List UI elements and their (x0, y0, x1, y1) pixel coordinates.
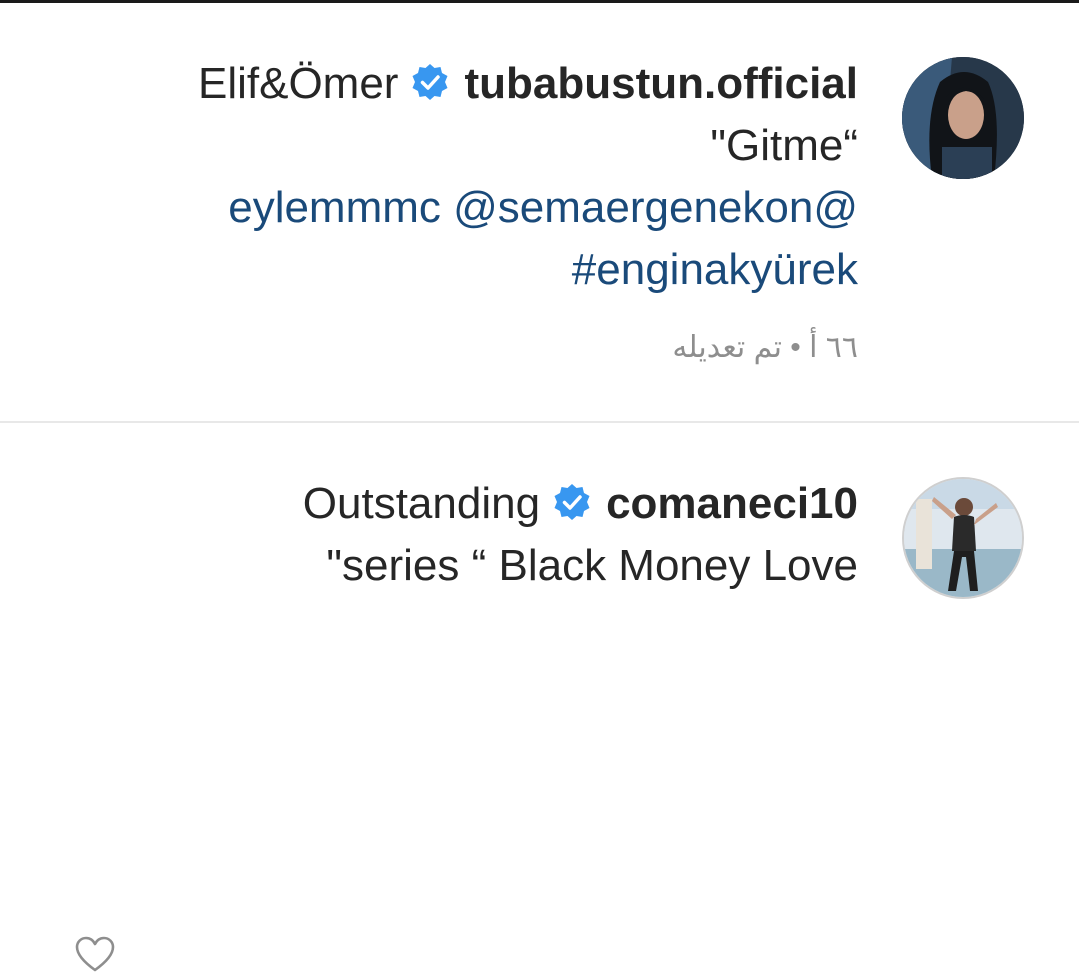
comment-username[interactable]: comaneci10 (606, 479, 858, 528)
comment-text-start: Outstanding (302, 479, 541, 528)
comment-username[interactable]: tubabustun.official (464, 59, 858, 108)
hashtag-link[interactable]: #enginakyürek (98, 239, 858, 301)
profile-photo (902, 57, 1024, 179)
comment-body: Elif&Ömer tubabustun.official "Gitme“ eyl… (98, 53, 858, 301)
profile-photo (904, 479, 1022, 597)
comment-text-start: Elif&Ömer (197, 59, 399, 108)
comment-header-line: Elif&Ömer tubabustun.official (98, 53, 858, 115)
comment-body: Outstanding comaneci10 "series “ Black Mo… (98, 473, 858, 597)
comment-meta: ٦٦ أ • تم تعديله (672, 331, 858, 364)
heart-outline-icon[interactable] (75, 936, 115, 974)
avatar[interactable] (902, 477, 1024, 599)
verified-badge-icon (554, 484, 590, 520)
mention-link[interactable]: eylemmmc @semaergenekon@ (98, 177, 858, 239)
comment-line: "series “ Black Money Love (326, 541, 858, 590)
comment-header-line: Outstanding comaneci10 (98, 473, 858, 535)
avatar[interactable] (902, 57, 1024, 179)
comment-line: "Gitme“ (710, 121, 858, 170)
comment-item: Elif&Ömer tubabustun.official "Gitme“ eyl… (0, 0, 1079, 420)
verified-badge-icon (412, 64, 448, 100)
comment-item: Outstanding comaneci10 "series “ Black Mo… (0, 423, 1079, 972)
